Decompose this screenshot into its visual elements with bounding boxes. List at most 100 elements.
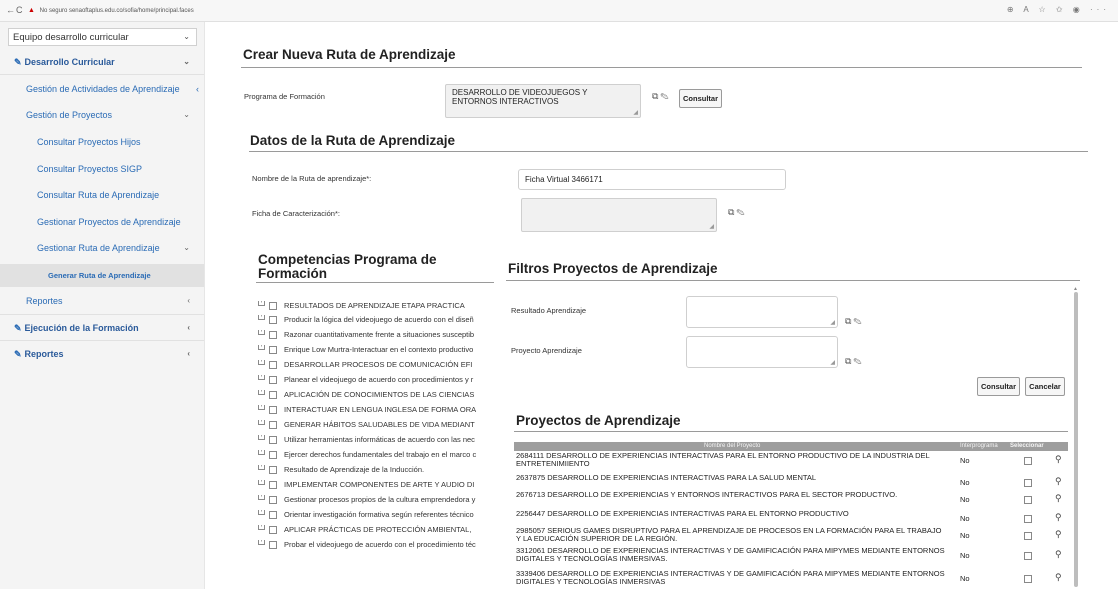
search-icon[interactable]: ⚲: [1055, 493, 1062, 504]
select-checkbox[interactable]: [1024, 515, 1032, 523]
consultar-filtros-button[interactable]: Consultar: [977, 377, 1020, 396]
competencia-label: APLICAR PRÁCTICAS DE PROTECCIÓN AMBIENTA…: [284, 525, 472, 534]
select-checkbox[interactable]: [1024, 552, 1032, 560]
expand-plus-icon[interactable]: +: [258, 375, 265, 380]
competencia-checkbox[interactable]: [269, 316, 277, 325]
competencia-item: + Gestionar procesos propios de la cultur…: [258, 495, 498, 506]
competencia-checkbox[interactable]: [269, 496, 277, 505]
interprograma-value: No: [960, 478, 970, 487]
expand-plus-icon[interactable]: +: [258, 390, 265, 395]
expand-plus-icon[interactable]: +: [258, 540, 265, 545]
sidebar-item-reportes[interactable]: ✎ Reportes ‹: [0, 344, 204, 364]
select-checkbox[interactable]: [1024, 575, 1032, 583]
competencia-checkbox[interactable]: [269, 526, 277, 535]
sidebar-item-label: Generar Ruta de Aprendizaje: [48, 271, 151, 280]
proyecto-name: 2684111 DESARROLLO DE EXPERIENCIAS INTER…: [516, 451, 930, 468]
programa-value: DESARROLLO DE VIDEOJUEGOS Y ENTORNOS INT…: [452, 88, 588, 106]
expand-plus-icon[interactable]: +: [258, 301, 265, 306]
expand-plus-icon[interactable]: +: [258, 360, 265, 365]
cancelar-button[interactable]: Cancelar: [1025, 377, 1065, 396]
sidebar-item-consultar-proyectos-sigp[interactable]: Consultar Proyectos SIGP: [0, 159, 204, 179]
resultado-input[interactable]: ◢: [686, 296, 838, 328]
lookup-icon[interactable]: ⧉✎: [728, 207, 747, 218]
proyecto-name: 3339406 DESARROLLO DE EXPERIENCIAS INTER…: [516, 569, 945, 586]
proyectos-title: Proyectos de Aprendizaje: [516, 413, 681, 428]
chevron-left-icon: ‹: [196, 84, 199, 94]
resize-handle-icon[interactable]: ◢: [830, 319, 835, 326]
sidebar-item-gestion-proyectos[interactable]: Gestión de Proyectos ⌄: [0, 105, 204, 125]
competencia-item: + Utilizar herramientas informáticas de a…: [258, 435, 498, 446]
select-checkbox[interactable]: [1024, 479, 1032, 487]
competencia-checkbox[interactable]: [269, 346, 277, 355]
programa-field[interactable]: DESARROLLO DE VIDEOJUEGOS Y ENTORNOS INT…: [445, 84, 641, 118]
competencia-label: GENERAR HÁBITOS SALUDABLES DE VIDA MEDIA…: [284, 420, 475, 429]
competencia-checkbox[interactable]: [269, 376, 277, 385]
sidebar-item-gestionar-proyectos[interactable]: Gestionar Proyectos de Aprendizaje: [0, 212, 204, 232]
role-select[interactable]: Equipo desarrollo curricular ⌄: [8, 28, 197, 46]
expand-plus-icon[interactable]: +: [258, 510, 265, 515]
expand-plus-icon[interactable]: +: [258, 495, 265, 500]
sidebar-item-ejecucion-formacion[interactable]: ✎ Ejecución de la Formación ‹: [0, 318, 204, 338]
competencia-checkbox[interactable]: [269, 466, 277, 475]
competencia-label: INTERACTUAR EN LENGUA INGLESA DE FORMA O…: [284, 405, 477, 414]
sidebar-item-label: Desarrollo Curricular: [24, 57, 115, 67]
nombre-label: Nombre de la Ruta de aprendizaje*:: [252, 174, 372, 183]
lookup-icon[interactable]: ⧉✎: [652, 91, 671, 102]
resize-handle-icon[interactable]: ◢: [830, 359, 835, 366]
address-bar[interactable]: ▲ No seguro senaoftaplus.edu.co/sofia/ho…: [28, 4, 194, 18]
competencia-checkbox[interactable]: [269, 421, 277, 430]
expand-plus-icon[interactable]: +: [258, 315, 265, 320]
browser-tools-icons[interactable]: ⊕ A ☆ ✩ ◉ ···: [1007, 5, 1110, 14]
competencia-checkbox[interactable]: [269, 436, 277, 445]
ficha-field[interactable]: ◢: [521, 198, 717, 232]
search-icon[interactable]: ⚲: [1055, 454, 1062, 465]
search-icon[interactable]: ⚲: [1055, 512, 1062, 523]
sidebar-item-desarrollo-curricular[interactable]: ✎ Desarrollo Curricular ⌄: [0, 52, 204, 72]
competencia-checkbox[interactable]: [269, 391, 277, 400]
scrollbar[interactable]: [1074, 292, 1078, 587]
reload-icon[interactable]: C: [16, 5, 23, 15]
competencia-checkbox[interactable]: [269, 361, 277, 370]
competencia-checkbox[interactable]: [269, 541, 277, 550]
select-checkbox[interactable]: [1024, 496, 1032, 504]
expand-plus-icon[interactable]: +: [258, 525, 265, 530]
expand-plus-icon[interactable]: +: [258, 480, 265, 485]
competencia-checkbox[interactable]: [269, 511, 277, 520]
competencia-checkbox[interactable]: [269, 481, 277, 490]
nombre-input[interactable]: Ficha Virtual 3466171: [518, 169, 786, 190]
expand-plus-icon[interactable]: +: [258, 465, 265, 470]
page-title: Crear Nueva Ruta de Aprendizaje: [243, 47, 456, 62]
search-icon[interactable]: ⚲: [1055, 549, 1062, 560]
search-icon[interactable]: ⚲: [1055, 529, 1062, 540]
lookup-icon[interactable]: ⧉✎: [845, 316, 864, 327]
resize-handle-icon[interactable]: ◢: [633, 109, 638, 116]
select-checkbox[interactable]: [1024, 457, 1032, 465]
expand-plus-icon[interactable]: +: [258, 330, 265, 335]
competencia-item: + DESARROLLAR PROCESOS DE COMUNICACIÓN EF…: [258, 360, 498, 371]
sidebar-item-consultar-proyectos-hijos[interactable]: Consultar Proyectos Hijos: [0, 132, 204, 152]
expand-plus-icon[interactable]: +: [258, 420, 265, 425]
sidebar-item-gestion-actividades[interactable]: Gestión de Actividades de Aprendizaje ‹: [0, 79, 204, 99]
competencia-label: Producir la lógica del videojuego de acu…: [284, 315, 474, 324]
resize-handle-icon[interactable]: ◢: [709, 223, 714, 230]
search-icon[interactable]: ⚲: [1055, 476, 1062, 487]
sidebar-item-gestionar-ruta[interactable]: Gestionar Ruta de Aprendizaje ⌄: [0, 238, 204, 258]
expand-plus-icon[interactable]: +: [258, 435, 265, 440]
search-icon[interactable]: ⚲: [1055, 572, 1062, 583]
consultar-programa-button[interactable]: Consultar: [679, 89, 722, 108]
sidebar-item-reportes-sub[interactable]: Reportes ‹: [0, 291, 204, 311]
select-checkbox[interactable]: [1024, 532, 1032, 540]
expand-plus-icon[interactable]: +: [258, 405, 265, 410]
competencia-item: + Ejercer derechos fundamentales del trab…: [258, 450, 498, 461]
competencia-checkbox[interactable]: [269, 406, 277, 415]
competencia-checkbox[interactable]: [269, 451, 277, 460]
expand-plus-icon[interactable]: +: [258, 450, 265, 455]
proyecto-input[interactable]: ◢: [686, 336, 838, 368]
competencia-checkbox[interactable]: [269, 302, 277, 311]
sidebar-item-consultar-ruta[interactable]: Consultar Ruta de Aprendizaje: [0, 185, 204, 205]
sidebar-item-generar-ruta[interactable]: Generar Ruta de Aprendizaje: [0, 264, 204, 287]
back-icon[interactable]: ←: [6, 5, 15, 15]
expand-plus-icon[interactable]: +: [258, 345, 265, 350]
lookup-icon[interactable]: ⧉✎: [845, 356, 864, 367]
competencia-checkbox[interactable]: [269, 331, 277, 340]
